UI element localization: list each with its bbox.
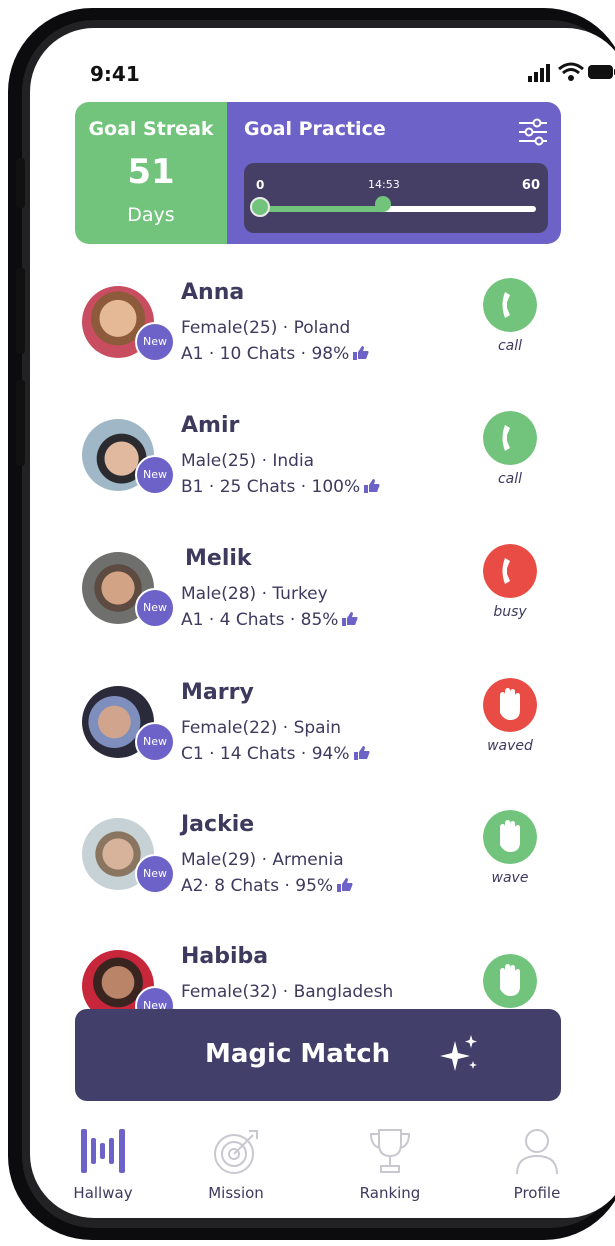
thumbs-up-icon xyxy=(353,746,370,760)
user-name: Jackie xyxy=(181,812,255,837)
volume-up-button xyxy=(16,268,25,354)
user-stats: C1 · 14 Chats · 94% xyxy=(181,744,370,764)
user-info: Female(25) · Poland xyxy=(181,318,351,338)
hallway-icon xyxy=(81,1129,125,1173)
call-icon[interactable] xyxy=(483,278,537,332)
trophy-icon xyxy=(369,1129,411,1173)
action-label: busy xyxy=(493,604,527,620)
sparkle-icon xyxy=(440,1035,477,1071)
magic-match-label: Magic Match xyxy=(205,1039,391,1069)
user-list-item[interactable]: New Melik Male(28) · Turkey A1 · 4 Chats… xyxy=(30,544,615,676)
slider-current-handle[interactable] xyxy=(375,196,392,212)
user-name: Habiba xyxy=(181,944,269,969)
tab-label: Hallway xyxy=(73,1184,133,1202)
user-stats-text: A2· 8 Chats · 95% xyxy=(181,876,334,896)
tab-label: Profile xyxy=(513,1184,561,1202)
user-stats: A1 · 4 Chats · 85% xyxy=(181,610,358,630)
waved-hand-icon[interactable] xyxy=(483,678,537,732)
app-screen: 9:41 Goal Streak 51 Days Goal Practice 0… xyxy=(30,28,615,1218)
user-list-item[interactable]: New Marry Female(22) · Spain C1 · 14 Cha… xyxy=(30,678,615,810)
goal-streak-card: Goal Streak 51 Days xyxy=(75,102,227,244)
user-list-item[interactable]: New Anna Female(25) · Poland A1 · 10 Cha… xyxy=(30,278,615,410)
thumbs-up-icon xyxy=(353,346,369,360)
profile-icon xyxy=(516,1129,558,1175)
volume-down-button xyxy=(16,380,25,466)
goal-streak-title: Goal Streak xyxy=(88,118,214,140)
user-stats-text: A1 · 10 Chats · 98% xyxy=(181,344,350,364)
slider-max-label: 60 xyxy=(521,178,540,193)
tab-label: Mission xyxy=(208,1184,264,1202)
slider-start-handle[interactable] xyxy=(250,197,270,217)
filter-settings-icon[interactable] xyxy=(517,116,549,148)
mute-switch xyxy=(16,158,25,208)
tab-hallway[interactable]: Hallway xyxy=(48,1126,158,1206)
signal-icon xyxy=(528,64,550,82)
action-label: call xyxy=(497,338,523,354)
user-list-item[interactable]: New Amir Male(25) · India B1 · 25 Chats … xyxy=(30,411,615,543)
slider-min-label: 0 xyxy=(256,178,265,192)
wifi-icon xyxy=(558,62,584,81)
tab-mission[interactable]: Mission xyxy=(181,1126,291,1206)
call-icon[interactable] xyxy=(483,411,537,465)
goal-streak-value: 51 xyxy=(127,152,175,192)
practice-slider: 0 14:53 60 xyxy=(244,163,548,233)
status-icons xyxy=(528,62,615,84)
new-badge: New xyxy=(135,722,175,762)
user-stats-text: C1 · 14 Chats · 94% xyxy=(181,744,350,764)
slider-fill xyxy=(258,206,384,212)
busy-call-icon[interactable] xyxy=(483,544,537,598)
new-badge: New xyxy=(135,455,175,495)
user-name: Marry xyxy=(181,680,254,705)
new-badge: New xyxy=(135,854,175,894)
user-stats: B1 · 25 Chats · 100% xyxy=(181,477,380,497)
slider-current-label: 14:53 xyxy=(368,178,400,191)
user-name: Amir xyxy=(181,413,240,438)
user-name: Anna xyxy=(181,280,245,305)
action-label: call xyxy=(497,471,523,487)
goal-practice-card: Goal Practice 0 14:53 60 xyxy=(227,102,561,244)
thumbs-up-icon xyxy=(337,878,353,892)
user-stats: A1 · 10 Chats · 98% xyxy=(181,344,369,364)
status-time: 9:41 xyxy=(90,62,140,86)
goal-practice-title: Goal Practice xyxy=(244,118,386,140)
new-badge: New xyxy=(135,588,175,628)
user-info: Male(28) · Turkey xyxy=(181,584,328,604)
user-stats-text: B1 · 25 Chats · 100% xyxy=(181,477,361,497)
action-label: wave xyxy=(491,870,529,886)
new-badge: New xyxy=(135,322,175,362)
battery-icon xyxy=(588,65,615,79)
tab-ranking[interactable]: Ranking xyxy=(335,1126,445,1206)
user-info: Male(29) · Armenia xyxy=(181,850,344,870)
user-stats-text: A1 · 4 Chats · 85% xyxy=(181,610,339,630)
user-name: Melik xyxy=(185,546,252,571)
wave-hand-icon[interactable] xyxy=(483,810,537,864)
user-info: Female(22) · Spain xyxy=(181,718,342,738)
user-stats: A2· 8 Chats · 95% xyxy=(181,876,353,896)
user-info: Male(25) · India xyxy=(181,451,315,471)
slider-track[interactable] xyxy=(258,206,536,212)
tab-profile[interactable]: Profile xyxy=(482,1126,592,1206)
action-label: waved xyxy=(487,738,533,754)
user-info: Female(32) · Bangladesh xyxy=(181,982,394,1002)
tab-label: Ranking xyxy=(359,1184,421,1202)
wave-hand-icon[interactable] xyxy=(483,954,537,1008)
goal-streak-unit: Days xyxy=(127,204,175,226)
thumbs-up-icon xyxy=(364,479,380,493)
target-icon xyxy=(214,1130,258,1174)
thumbs-up-icon xyxy=(342,612,358,626)
magic-match-button[interactable]: Magic Match xyxy=(75,1009,561,1101)
user-list-item[interactable]: New Jackie Male(29) · Armenia A2· 8 Chat… xyxy=(30,810,615,942)
